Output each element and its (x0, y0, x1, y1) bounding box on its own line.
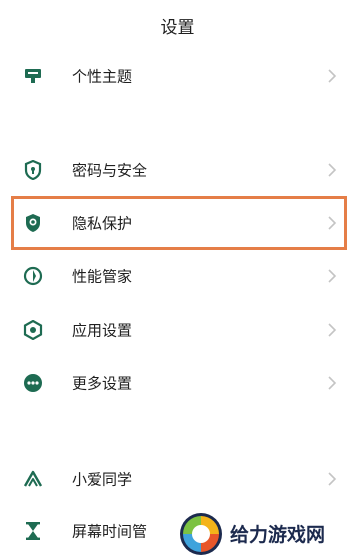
settings-item-password-security[interactable]: 密码与安全 (0, 144, 355, 196)
settings-item-more[interactable]: 更多设置 (0, 357, 355, 409)
chevron-right-icon (328, 323, 337, 337)
watermark-text: 给力游戏网 (230, 524, 326, 546)
settings-item-label: 屏幕时间管 (72, 522, 148, 541)
performance-icon (22, 265, 44, 287)
header: 设置 (0, 0, 355, 56)
chevron-right-icon (328, 69, 337, 83)
settings-item-label: 个性主题 (72, 67, 133, 86)
privacy-shield-icon (22, 212, 44, 234)
shield-lock-icon (22, 159, 44, 181)
page-title: 设置 (160, 18, 195, 38)
theme-icon (22, 65, 44, 87)
chevron-right-icon (328, 163, 337, 177)
settings-item-performance[interactable]: 性能管家 (0, 250, 355, 302)
settings-item-label: 性能管家 (72, 267, 133, 286)
chevron-right-icon (328, 269, 337, 283)
chevron-right-icon (328, 376, 337, 390)
more-settings-icon (22, 372, 44, 394)
chevron-right-icon (328, 216, 337, 230)
site-watermark: 给力游戏网 (172, 507, 355, 560)
watermark-logo-icon (180, 512, 222, 555)
chevron-right-icon (328, 472, 337, 486)
hourglass-icon (22, 520, 44, 542)
settings-item-theme[interactable]: 个性主题 (0, 50, 355, 102)
settings-item-label: 密码与安全 (72, 161, 148, 180)
app-settings-icon (22, 319, 44, 341)
settings-item-xiaoai[interactable]: 小爱同学 (0, 453, 355, 505)
settings-item-app-settings[interactable]: 应用设置 (0, 304, 355, 356)
settings-item-privacy[interactable]: 隐私保护 (0, 197, 355, 249)
xiaoai-icon (22, 468, 44, 490)
settings-item-label: 更多设置 (72, 374, 133, 393)
settings-item-label: 隐私保护 (72, 214, 133, 233)
settings-item-label: 应用设置 (72, 321, 133, 340)
settings-item-label: 小爱同学 (72, 470, 133, 489)
